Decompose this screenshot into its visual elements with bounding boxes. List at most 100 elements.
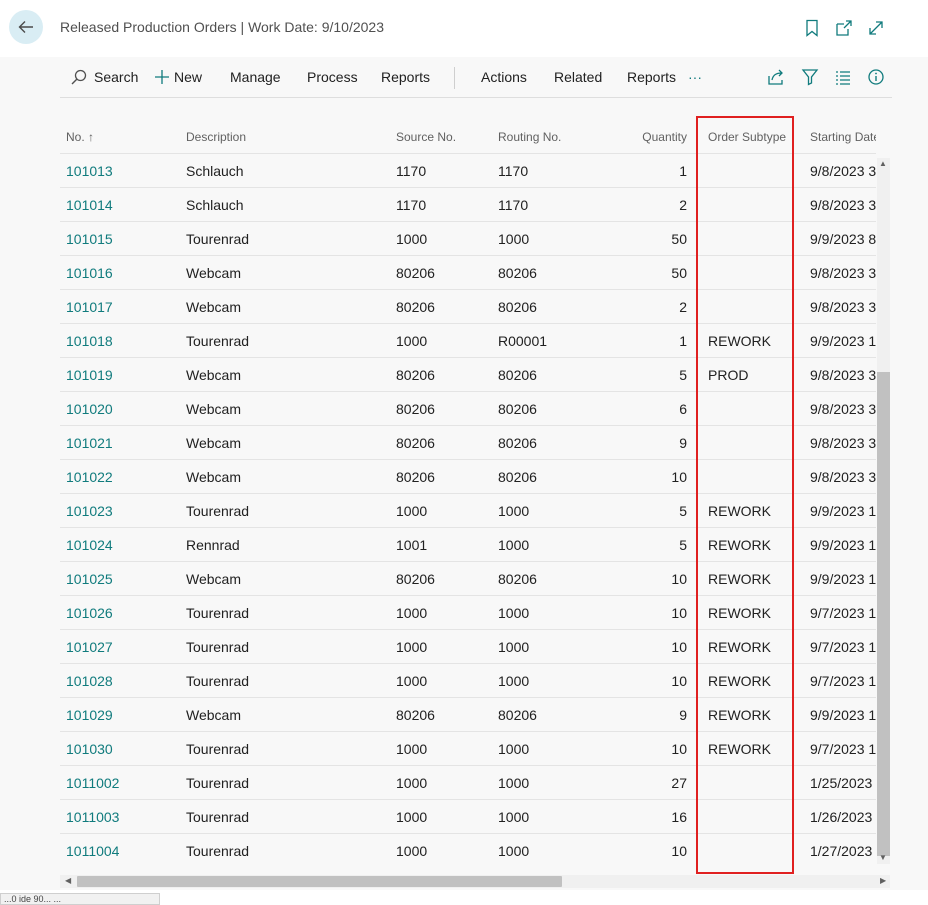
cell-no[interactable]: 101028 — [66, 664, 176, 698]
cell-routing-no: R00001 — [498, 333, 548, 349]
top-bar: Released Production Orders | Work Date: … — [0, 0, 928, 57]
cell-no[interactable]: 101014 — [66, 188, 176, 222]
cell-source-no: 80206 — [396, 435, 435, 451]
cell-quantity: 10 — [671, 673, 687, 689]
cell-no[interactable]: 1011003 — [66, 800, 176, 834]
vertical-scroll-thumb[interactable] — [877, 372, 890, 856]
search-label: Search — [94, 69, 139, 85]
cell-description: Schlauch — [186, 163, 244, 179]
process-label: Process — [307, 69, 358, 85]
cell-description: Tourenrad — [186, 741, 250, 757]
scroll-right-arrow[interactable]: ▶ — [880, 876, 886, 886]
share-button[interactable] — [766, 67, 786, 87]
horizontal-scroll-thumb[interactable] — [77, 876, 562, 887]
cell-source-no: 1000 — [396, 605, 428, 621]
new-button[interactable]: New — [154, 57, 202, 97]
process-menu[interactable]: Process — [307, 57, 358, 97]
cell-no[interactable]: 101021 — [66, 426, 176, 460]
plus-icon — [155, 70, 169, 84]
cell-no[interactable]: 101017 — [66, 290, 176, 324]
cell-no[interactable]: 1011002 — [66, 766, 176, 800]
reports-menu[interactable]: Reports — [381, 57, 430, 97]
cell-routing-no: 1000 — [498, 605, 530, 621]
page-title: Released Production Orders | Work Date: … — [60, 19, 384, 35]
cell-description: Tourenrad — [186, 673, 250, 689]
cell-routing-no: 80206 — [498, 435, 537, 451]
column-header-routing-no[interactable]: Routing No. — [498, 119, 593, 153]
cell-starting-date-time: 9/9/2023 1 — [810, 537, 876, 553]
cell-no[interactable]: 101013 — [66, 154, 176, 188]
reports-menu-2[interactable]: Reports — [627, 57, 676, 97]
cell-source-no: 1000 — [396, 843, 428, 859]
cell-routing-no: 1000 — [498, 231, 530, 247]
cell-no[interactable]: 101029 — [66, 698, 176, 732]
cell-quantity: 5 — [679, 367, 687, 383]
cell-no[interactable]: 101030 — [66, 732, 176, 766]
cell-description: Schlauch — [186, 197, 244, 213]
cell-description: Tourenrad — [186, 809, 250, 825]
cell-quantity: 10 — [671, 571, 687, 587]
cell-quantity: 1 — [679, 163, 687, 179]
cell-no[interactable]: 1011004 — [66, 834, 176, 865]
new-label: New — [174, 69, 203, 85]
cell-no[interactable]: 101023 — [66, 494, 176, 528]
column-header-description[interactable]: Description — [186, 119, 386, 153]
actions-menu[interactable]: Actions — [481, 57, 527, 97]
filter-button[interactable] — [800, 67, 820, 87]
reports-label-2: Reports — [627, 69, 677, 85]
cell-description: Tourenrad — [186, 503, 250, 519]
share-icon — [768, 69, 783, 85]
cell-no[interactable]: 101025 — [66, 562, 176, 596]
cell-starting-date-time: 9/8/2023 3 — [810, 435, 876, 451]
column-header-no[interactable]: No. ↑ — [66, 119, 176, 153]
cell-no[interactable]: 101015 — [66, 222, 176, 256]
cell-no[interactable]: 101016 — [66, 256, 176, 290]
open-in-new-window-icon — [836, 20, 852, 36]
cell-description: Tourenrad — [186, 775, 250, 791]
scroll-down-arrow[interactable]: ▼ — [879, 853, 887, 863]
cell-starting-date-time: 1/25/2023 — [810, 775, 873, 791]
cell-starting-date-time: 9/7/2023 1 — [810, 673, 876, 689]
cell-routing-no: 80206 — [498, 707, 537, 723]
cell-routing-no: 80206 — [498, 299, 537, 315]
scroll-up-arrow[interactable]: ▲ — [879, 159, 887, 169]
cell-no[interactable]: 101024 — [66, 528, 176, 562]
column-header-source-no[interactable]: Source No. — [396, 119, 491, 153]
cell-no[interactable]: 101019 — [66, 358, 176, 392]
cell-starting-date-time: 9/7/2023 1 — [810, 605, 876, 621]
open-new-window-button[interactable] — [834, 18, 854, 38]
info-button[interactable] — [866, 67, 886, 87]
cell-source-no: 1001 — [396, 537, 428, 553]
cell-source-no: 80206 — [396, 571, 435, 587]
related-menu[interactable]: Related — [554, 57, 602, 97]
manage-menu[interactable]: Manage — [230, 57, 281, 97]
back-button[interactable] — [9, 10, 43, 44]
cell-description: Tourenrad — [186, 843, 250, 859]
cell-source-no: 1000 — [396, 673, 428, 689]
scroll-left-arrow[interactable]: ◀ — [65, 876, 71, 886]
cell-quantity: 16 — [671, 809, 687, 825]
expand-icon — [869, 21, 883, 35]
cell-quantity: 10 — [671, 843, 687, 859]
list-view-button[interactable] — [833, 67, 853, 87]
search-button[interactable]: Search — [70, 57, 138, 97]
cell-no[interactable]: 101026 — [66, 596, 176, 630]
cell-no[interactable]: 101027 — [66, 630, 176, 664]
cell-starting-date-time: 9/8/2023 3 — [810, 401, 876, 417]
cell-starting-date-time: 9/8/2023 3 — [810, 163, 876, 179]
cell-description: Tourenrad — [186, 333, 250, 349]
cell-no[interactable]: 101022 — [66, 460, 176, 494]
cell-no[interactable]: 101020 — [66, 392, 176, 426]
expand-button[interactable] — [866, 18, 886, 38]
column-header-quantity[interactable]: Quantity — [600, 119, 687, 153]
cell-quantity: 6 — [679, 401, 687, 417]
bookmark-button[interactable] — [802, 18, 822, 38]
column-header-starting-date-time[interactable]: Starting Date-Ti — [810, 119, 876, 153]
more-options-button[interactable]: ··· — [688, 57, 702, 97]
cell-description: Webcam — [186, 469, 241, 485]
cell-source-no: 80206 — [396, 469, 435, 485]
cell-quantity: 2 — [679, 197, 687, 213]
cell-no[interactable]: 101018 — [66, 324, 176, 358]
cell-source-no: 1000 — [396, 231, 428, 247]
cell-description: Webcam — [186, 299, 241, 315]
